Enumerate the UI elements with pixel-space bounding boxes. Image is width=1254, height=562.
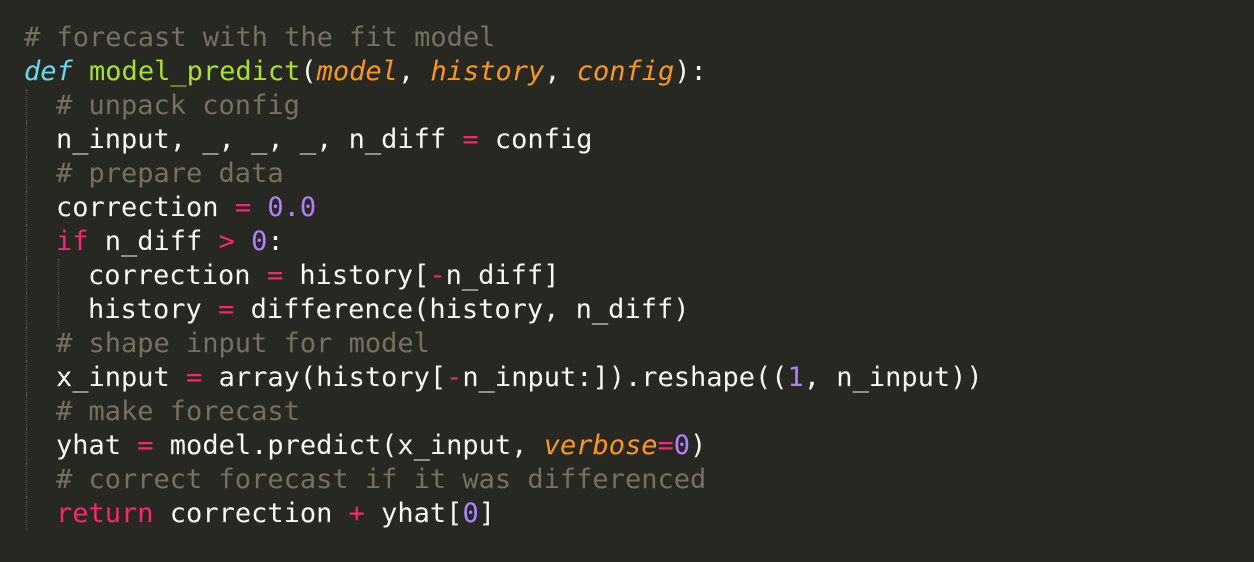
indent-guide [26, 123, 27, 157]
code-token-plain: array(history[ [202, 362, 447, 393]
code-token-parameter: history [430, 56, 545, 87]
code-line: correction = history[-n_diff] [24, 259, 983, 293]
code-line: # forecast with the fit model [24, 21, 983, 55]
code-block[interactable]: # forecast with the fit model def model_p… [24, 21, 983, 531]
code-token-plain: n_diff [88, 226, 219, 257]
code-token-comment: # forecast with the fit model [24, 22, 496, 53]
indent-guide [26, 89, 27, 123]
code-token-keyword: + [348, 498, 365, 529]
code-token-plain: yhat[ [364, 498, 463, 529]
indent-guide [26, 157, 27, 191]
indent-guide [26, 395, 27, 429]
code-token-keyword: = [186, 362, 203, 393]
code-token-parameter: model [316, 56, 398, 87]
indent-guide [26, 327, 27, 361]
code-token-plain: : [267, 226, 284, 257]
code-token-plain: correction [88, 260, 267, 291]
code-line: # shape input for model [24, 327, 983, 361]
code-token-parameter: config [576, 56, 675, 87]
code-token-plain: model.predict(x_input, [153, 430, 544, 461]
code-line: if n_diff > 0: [24, 225, 983, 259]
indent-guide [26, 259, 27, 293]
code-line: # unpack config [24, 89, 983, 123]
code-token-plain: ): [674, 56, 707, 87]
code-token-plain: ] [478, 498, 495, 529]
code-line: # make forecast [24, 395, 983, 429]
code-token-plain: history [88, 294, 219, 325]
code-token-plain: correction [153, 498, 349, 529]
code-token-plain: , n_input)) [803, 362, 983, 393]
indent-guide [26, 361, 27, 395]
code-line: n_input, _, _, _, n_diff = config [24, 123, 983, 157]
code-line: x_input = array(history[-n_input:]).resh… [24, 361, 983, 395]
code-token-number: 0.0 [267, 192, 317, 223]
code-token-plain: ) [690, 430, 707, 461]
code-line: return correction + yhat[0] [24, 497, 983, 531]
code-token-plain: ( [300, 56, 317, 87]
code-token-keyword: return [56, 498, 154, 529]
code-token-keyword: = [266, 260, 284, 291]
code-token-comment: # unpack config [56, 90, 300, 121]
code-token-plain: history[ [283, 260, 430, 291]
code-token-plain: correction [56, 192, 235, 223]
code-token-storage: def [24, 56, 73, 87]
indent-guide [26, 463, 27, 497]
code-token-comment: # make forecast [56, 396, 300, 427]
code-token-keyword: - [429, 260, 446, 291]
code-token-keyword: if [56, 226, 89, 257]
indent-guide [26, 225, 27, 259]
code-token-number: 0 [462, 498, 479, 529]
code-line: # correct forecast if it was differenced [24, 463, 983, 497]
code-token-number: 0 [673, 430, 691, 461]
code-token-comment: # shape input for model [56, 328, 430, 359]
code-token-keyword: > [218, 226, 235, 257]
code-token-plain: config [478, 124, 593, 155]
code-line: def model_predict(model, history, config… [24, 55, 983, 89]
indent-guide [26, 191, 27, 225]
code-token-plain: x_input [56, 362, 187, 393]
indent-guide [26, 497, 27, 531]
code-token-plain: , [544, 56, 577, 87]
indent-guide [26, 429, 27, 463]
code-token-function-name: model_predict [89, 56, 301, 87]
indent-guide [58, 259, 59, 293]
code-editor[interactable]: # forecast with the fit model def model_p… [0, 0, 1254, 562]
code-token-keyword: = [657, 430, 674, 461]
code-token-parameter: verbose [543, 430, 658, 461]
code-token-keyword: - [446, 362, 463, 393]
code-token-keyword: = [462, 124, 479, 155]
code-token-plain: difference(history, n_diff) [234, 294, 690, 325]
code-token-plain: yhat [56, 430, 138, 461]
code-line: correction = 0.0 [24, 191, 983, 225]
code-token-plain: , [397, 56, 431, 87]
code-token-plain: n_input:]).reshape(( [462, 362, 788, 393]
code-token-number: 1 [787, 362, 804, 393]
code-token-keyword: = [234, 192, 252, 223]
code-token-keyword: = [218, 294, 235, 325]
code-token-comment: # correct forecast if it was differenced [56, 464, 707, 495]
code-line: history = difference(history, n_diff) [24, 293, 983, 327]
indent-guide [58, 293, 59, 327]
code-token-plain: n_input, _, _, _, n_diff [56, 124, 463, 155]
code-line: yhat = model.predict(x_input, verbose=0) [24, 429, 983, 463]
indent-guide [26, 293, 27, 327]
code-token-number: 0 [251, 226, 268, 257]
code-token-comment: # prepare data [56, 158, 284, 189]
code-token-plain: n_diff] [445, 260, 560, 291]
code-token-keyword: = [137, 430, 154, 461]
code-line: # prepare data [24, 157, 983, 191]
